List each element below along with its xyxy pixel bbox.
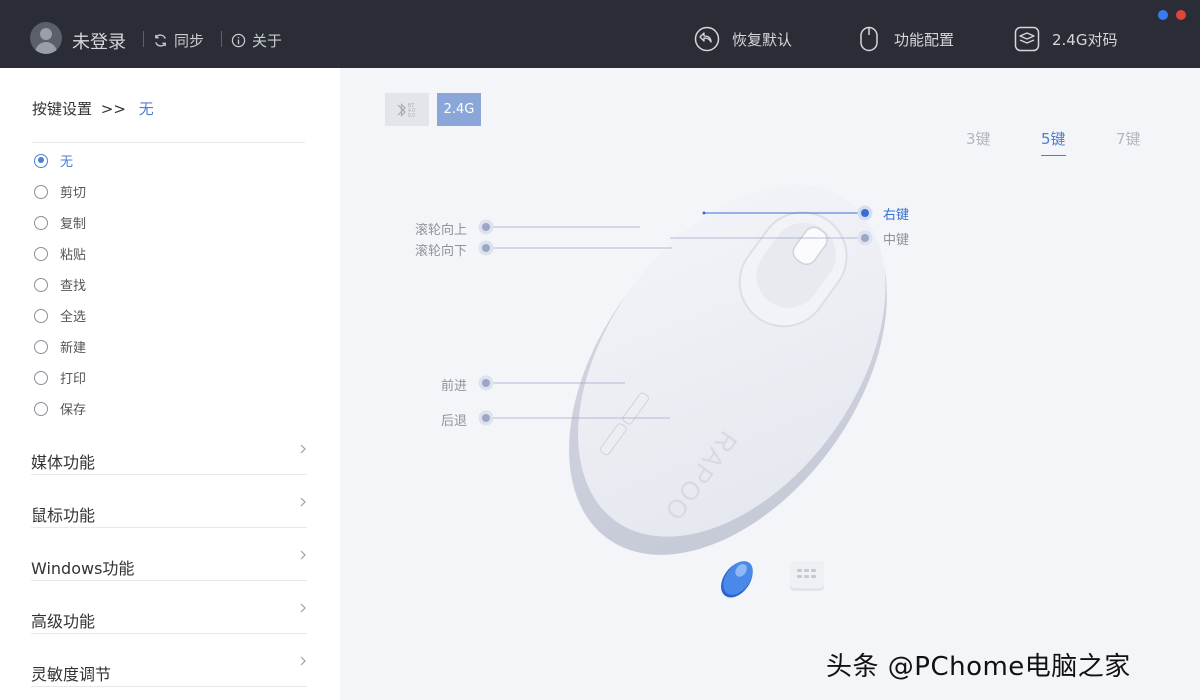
category-label: 灵敏度调节 bbox=[31, 665, 112, 684]
scroll-down-label[interactable]: 滚轮向下 bbox=[415, 240, 467, 259]
radio-option[interactable]: 无 bbox=[34, 151, 73, 170]
function-config-button[interactable]: 功能配置 bbox=[856, 26, 954, 52]
radio-option[interactable]: 保存 bbox=[34, 399, 86, 418]
current-setting-value: 无 bbox=[138, 100, 154, 118]
category-item[interactable]: Windows功能 bbox=[31, 545, 307, 581]
radio-option-label: 复制 bbox=[60, 217, 87, 232]
breadcrumb-arrow: >> bbox=[100, 100, 126, 118]
mouse-illustration: RAPOO bbox=[478, 184, 887, 555]
main-panel: BT 4.0 5.0 2.4G 3键 5键 7键 RAPOO 滚轮向上 滚轮向下… bbox=[340, 68, 1200, 700]
function-config-label: 功能配置 bbox=[894, 30, 955, 49]
pairing-button[interactable]: 2.4G对码 bbox=[1014, 26, 1117, 52]
category-item[interactable]: 媒体功能 bbox=[31, 439, 307, 475]
keyboard-device-icon[interactable] bbox=[788, 559, 826, 595]
category-item[interactable]: 鼠标功能 bbox=[31, 492, 307, 528]
radio-button[interactable] bbox=[34, 277, 48, 292]
key-settings-breadcrumb: 按键设置 >> 无 bbox=[32, 98, 154, 119]
radio-button[interactable] bbox=[34, 370, 48, 385]
chevron-right-icon bbox=[300, 550, 306, 560]
chevron-right-icon bbox=[300, 656, 306, 666]
mouse-outline-icon bbox=[860, 26, 878, 52]
mouse-device-icon[interactable] bbox=[715, 558, 761, 598]
category-item[interactable]: 灵敏度调节 bbox=[31, 651, 307, 687]
radio-option-label: 查找 bbox=[60, 279, 87, 294]
radio-button[interactable] bbox=[34, 153, 48, 168]
about-button[interactable]: 关于 bbox=[231, 30, 282, 51]
radio-option-label: 无 bbox=[60, 155, 74, 170]
restore-default-button[interactable]: 恢复默认 bbox=[694, 26, 792, 52]
layers-icon bbox=[1014, 26, 1040, 52]
radio-option[interactable]: 复制 bbox=[34, 213, 86, 232]
radio-option-label: 粘贴 bbox=[60, 248, 87, 263]
sync-icon bbox=[155, 34, 166, 47]
radio-button[interactable] bbox=[34, 339, 48, 354]
window-dot-blue[interactable] bbox=[1158, 10, 1168, 20]
chevron-right-icon bbox=[300, 603, 306, 613]
radio-option[interactable]: 剪切 bbox=[34, 182, 86, 201]
window-dot-red[interactable] bbox=[1176, 10, 1186, 20]
divider bbox=[143, 31, 144, 47]
sync-button[interactable]: 同步 bbox=[153, 30, 204, 51]
radio-button[interactable] bbox=[34, 184, 48, 199]
radio-option-label: 全选 bbox=[60, 310, 87, 325]
category-label: 高级功能 bbox=[31, 612, 96, 631]
info-icon bbox=[231, 33, 246, 48]
sync-label: 同步 bbox=[174, 32, 205, 50]
radio-button[interactable] bbox=[34, 308, 48, 323]
radio-option[interactable]: 粘贴 bbox=[34, 244, 86, 263]
radio-button[interactable] bbox=[34, 215, 48, 230]
scroll-up-label[interactable]: 滚轮向上 bbox=[415, 219, 467, 238]
radio-option-label: 打印 bbox=[60, 372, 87, 387]
radio-option[interactable]: 全选 bbox=[34, 306, 86, 325]
pairing-label: 2.4G对码 bbox=[1052, 30, 1118, 49]
restore-default-label: 恢复默认 bbox=[732, 30, 793, 49]
divider bbox=[221, 31, 222, 47]
avatar-icon[interactable] bbox=[30, 22, 62, 54]
category-item[interactable]: 高级功能 bbox=[31, 598, 307, 634]
radio-option-label: 剪切 bbox=[60, 186, 87, 201]
top-bar: 未登录 同步 关于 恢复默认 功能配置 2.4G对码 bbox=[0, 0, 1200, 68]
category-label: 媒体功能 bbox=[31, 453, 96, 472]
chevron-right-icon bbox=[300, 497, 306, 507]
divider bbox=[32, 142, 305, 143]
category-label: Windows功能 bbox=[31, 559, 135, 578]
right-button-label[interactable]: 右键 bbox=[883, 204, 909, 223]
forward-label[interactable]: 前进 bbox=[441, 375, 467, 394]
undo-circle-icon bbox=[694, 26, 720, 52]
middle-button-label[interactable]: 中键 bbox=[883, 229, 909, 248]
login-status[interactable]: 未登录 bbox=[72, 28, 126, 54]
radio-option-label: 新建 bbox=[60, 341, 87, 356]
radio-button[interactable] bbox=[34, 401, 48, 416]
back-label[interactable]: 后退 bbox=[441, 410, 467, 429]
category-label: 鼠标功能 bbox=[31, 506, 96, 525]
radio-button[interactable] bbox=[34, 246, 48, 261]
radio-option-label: 保存 bbox=[60, 403, 87, 418]
about-label: 关于 bbox=[252, 32, 283, 50]
key-settings-title: 按键设置 bbox=[32, 100, 93, 118]
watermark: 头条 @PChome电脑之家 bbox=[826, 652, 1131, 682]
sidebar: 按键设置 >> 无 无剪切复制粘贴查找全选新建打印保存 媒体功能鼠标功能 Wind… bbox=[0, 68, 340, 700]
chevron-right-icon bbox=[300, 444, 306, 454]
radio-option[interactable]: 打印 bbox=[34, 368, 86, 387]
radio-option[interactable]: 新建 bbox=[34, 337, 86, 356]
radio-option[interactable]: 查找 bbox=[34, 275, 86, 294]
